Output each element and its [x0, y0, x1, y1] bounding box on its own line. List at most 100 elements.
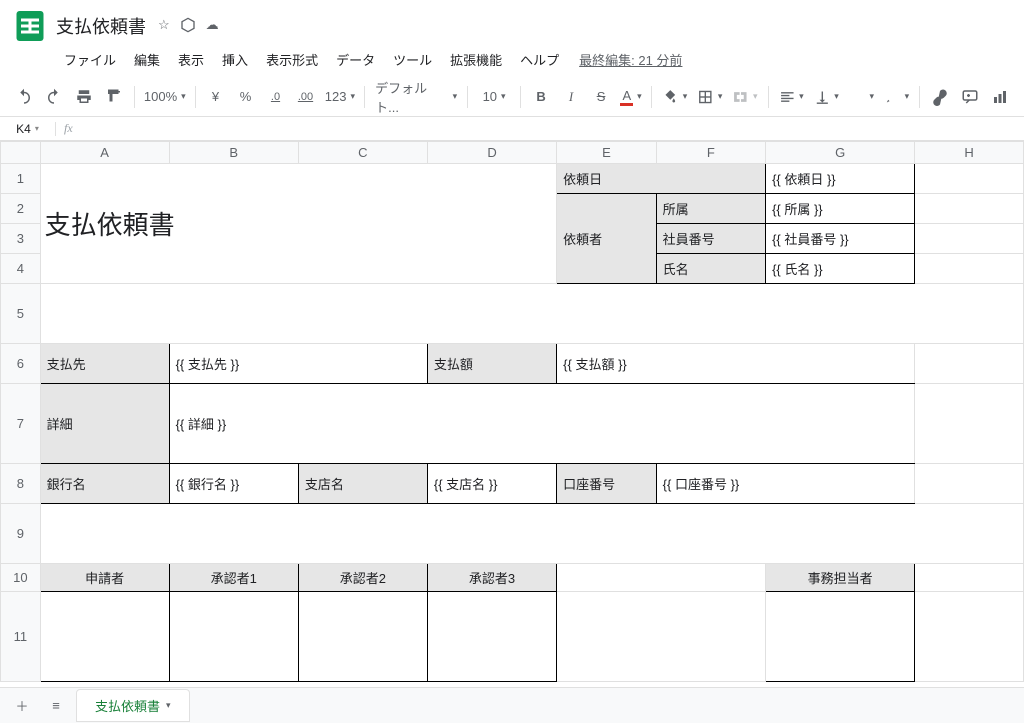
branch-label[interactable]: 支店名 — [299, 470, 427, 497]
detail-label[interactable]: 詳細 — [41, 410, 169, 437]
form-title[interactable]: 支払依頼書 — [41, 201, 557, 246]
menu-help[interactable]: ヘルプ — [512, 46, 567, 73]
number-format-dropdown[interactable]: 123 — [322, 83, 359, 111]
cell[interactable] — [915, 265, 1023, 273]
menu-extensions[interactable]: 拡張機能 — [442, 46, 510, 73]
comment-button[interactable] — [956, 83, 984, 111]
employee-no-value[interactable]: {{ 社員番号 }} — [766, 225, 914, 252]
paint-format-button[interactable] — [100, 83, 128, 111]
row-header-11[interactable]: 11 — [1, 592, 41, 682]
undo-button[interactable] — [10, 83, 38, 111]
percent-button[interactable]: % — [232, 83, 260, 111]
v-align-button[interactable] — [810, 83, 843, 111]
approver1-stamp[interactable] — [170, 633, 298, 641]
approver3-label[interactable]: 承認者3 — [428, 564, 556, 591]
borders-button[interactable] — [693, 83, 726, 111]
approver3-stamp[interactable] — [428, 633, 556, 641]
req-date-label[interactable]: 依頼日 — [557, 165, 765, 192]
col-header-b[interactable]: B — [169, 142, 298, 164]
menu-tools[interactable]: ツール — [385, 46, 440, 73]
cell[interactable] — [915, 480, 1023, 488]
sheet-tab[interactable]: 支払依頼書 — [76, 689, 190, 722]
bank-value[interactable]: {{ 銀行名 }} — [170, 470, 298, 497]
all-sheets-button[interactable]: ≡ — [42, 692, 70, 720]
affiliation-value[interactable]: {{ 所属 }} — [766, 195, 914, 222]
col-header-e[interactable]: E — [557, 142, 657, 164]
account-label[interactable]: 口座番号 — [557, 470, 656, 497]
chart-button[interactable] — [986, 83, 1014, 111]
cell[interactable] — [915, 205, 1023, 213]
approver1-label[interactable]: 承認者1 — [170, 564, 298, 591]
cell[interactable] — [915, 420, 1023, 428]
document-title[interactable]: 支払依頼書 — [56, 13, 146, 39]
cell[interactable] — [915, 633, 1023, 641]
col-header-h[interactable]: H — [915, 142, 1024, 164]
row-header-5[interactable]: 5 — [1, 284, 41, 344]
col-header-d[interactable]: D — [427, 142, 556, 164]
row-header-8[interactable]: 8 — [1, 464, 41, 504]
cell[interactable] — [915, 175, 1023, 183]
sheets-logo[interactable] — [12, 8, 48, 44]
cell[interactable] — [41, 530, 1023, 538]
merge-button[interactable] — [728, 83, 761, 111]
col-header-a[interactable]: A — [40, 142, 169, 164]
branch-value[interactable]: {{ 支店名 }} — [428, 470, 556, 497]
payee-value[interactable]: {{ 支払先 }} — [170, 350, 427, 377]
row-header-7[interactable]: 7 — [1, 384, 41, 464]
clerk-label[interactable]: 事務担当者 — [766, 564, 914, 591]
name-box[interactable]: K4 — [0, 122, 56, 136]
employee-no-label[interactable]: 社員番号 — [657, 225, 765, 252]
zoom-dropdown[interactable]: 100% — [141, 83, 189, 111]
strike-button[interactable]: S — [587, 83, 615, 111]
fill-color-button[interactable] — [658, 83, 691, 111]
amount-value[interactable]: {{ 支払額 }} — [557, 350, 914, 377]
account-value[interactable]: {{ 口座番号 }} — [657, 470, 915, 497]
menu-file[interactable]: ファイル — [56, 46, 124, 73]
print-button[interactable] — [70, 83, 98, 111]
decrease-decimal-button[interactable]: .0 — [262, 83, 290, 111]
affiliation-label[interactable]: 所属 — [657, 195, 765, 222]
row-header-4[interactable]: 4 — [1, 254, 41, 284]
req-date-value[interactable]: {{ 依頼日 }} — [766, 165, 914, 192]
col-header-c[interactable]: C — [298, 142, 427, 164]
col-header-g[interactable]: G — [766, 142, 915, 164]
link-button[interactable] — [926, 83, 954, 111]
approver2-stamp[interactable] — [299, 633, 427, 641]
font-size-dropdown[interactable]: 10 — [474, 83, 514, 111]
cell[interactable] — [915, 360, 1023, 368]
redo-button[interactable] — [40, 83, 68, 111]
add-sheet-button[interactable]: ＋ — [8, 692, 36, 720]
menu-edit[interactable]: 編集 — [126, 46, 168, 73]
cell[interactable] — [41, 310, 1023, 318]
font-dropdown[interactable]: デフォルト... — [371, 83, 461, 111]
select-all-corner[interactable] — [1, 142, 41, 164]
h-align-button[interactable] — [775, 83, 808, 111]
text-color-button[interactable]: A — [617, 83, 645, 111]
name-label[interactable]: 氏名 — [657, 255, 765, 282]
payee-label[interactable]: 支払先 — [41, 350, 169, 377]
name-value[interactable]: {{ 氏名 }} — [766, 255, 914, 282]
increase-decimal-button[interactable]: .00 — [292, 83, 320, 111]
detail-value[interactable]: {{ 詳細 }} — [170, 410, 915, 437]
menu-format[interactable]: 表示形式 — [258, 46, 326, 73]
cell[interactable] — [915, 574, 1023, 582]
row-header-10[interactable]: 10 — [1, 564, 41, 592]
clerk-stamp[interactable] — [766, 633, 914, 641]
row-header-3[interactable]: 3 — [1, 224, 41, 254]
cell[interactable] — [557, 574, 765, 582]
menu-data[interactable]: データ — [328, 46, 383, 73]
menu-view[interactable]: 表示 — [170, 46, 212, 73]
row-header-2[interactable]: 2 — [1, 194, 41, 224]
currency-button[interactable]: ¥ — [202, 83, 230, 111]
rotate-button[interactable] — [880, 83, 913, 111]
applicant-stamp[interactable] — [41, 633, 169, 641]
amount-label[interactable]: 支払額 — [428, 350, 556, 377]
star-icon[interactable]: ☆ — [158, 17, 170, 36]
cell[interactable] — [557, 633, 765, 641]
requester-label[interactable]: 依頼者 — [557, 225, 656, 252]
last-edit-link[interactable]: 最終編集: 21 分前 — [569, 50, 682, 69]
approver2-label[interactable]: 承認者2 — [299, 564, 427, 591]
applicant-label[interactable]: 申請者 — [41, 564, 169, 591]
row-header-1[interactable]: 1 — [1, 164, 41, 194]
row-header-6[interactable]: 6 — [1, 344, 41, 384]
